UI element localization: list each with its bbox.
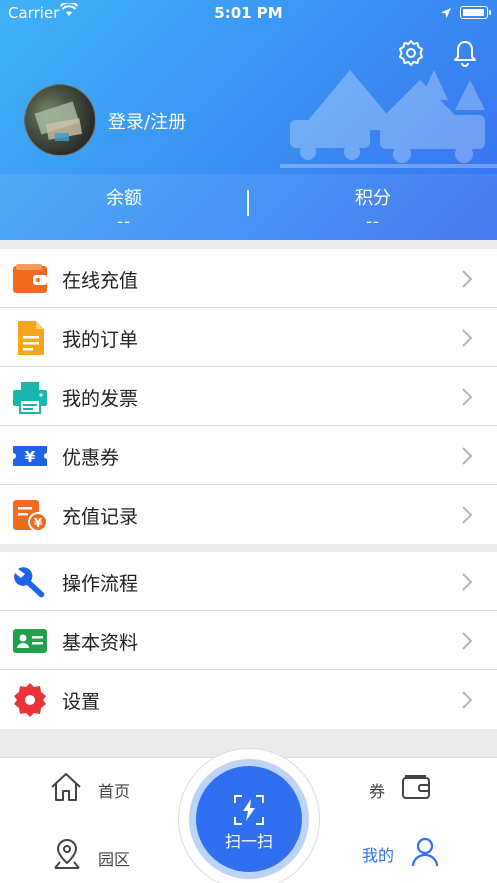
chevron-right-icon (462, 573, 473, 591)
home-icon (51, 773, 81, 801)
tab-park[interactable]: 园区 (50, 836, 140, 876)
tab-park-label: 园区 (98, 850, 131, 869)
location-pin-icon (54, 838, 80, 869)
menu-item-coupons[interactable]: ¥ 优惠券 (0, 426, 497, 485)
tab-coupon-label: 券 (369, 782, 386, 801)
scan-button[interactable]: 扫一扫 (196, 766, 302, 872)
scan-lightning-icon (234, 795, 264, 825)
chevron-right-icon (462, 329, 473, 347)
menu-label: 在线充值 (62, 270, 139, 292)
tab-mine-label: 我的 (362, 846, 395, 865)
balance-stat[interactable]: 余额 -- (0, 174, 248, 240)
notification-bell-icon[interactable] (450, 38, 480, 68)
location-arrow-icon (440, 5, 452, 23)
tab-home-label: 首页 (98, 782, 131, 801)
wallet-outline-icon (402, 775, 430, 799)
login-register-link[interactable]: 登录/注册 (108, 108, 186, 134)
menu-item-recharge-records[interactable]: ¥ 充值记录 (0, 485, 497, 544)
settings-icon[interactable] (396, 38, 426, 68)
balance-value: -- (117, 212, 131, 231)
status-bar: Carrier 5:01 PM (0, 0, 497, 26)
menu-label: 我的发票 (62, 388, 139, 410)
settings-gear-icon (14, 683, 46, 717)
tab-home[interactable]: 首页 (50, 770, 140, 806)
svg-text:¥: ¥ (25, 448, 36, 466)
menu-item-operation-guide[interactable]: 操作流程 (0, 552, 497, 611)
menu-label: 基本资料 (62, 632, 139, 654)
points-stat[interactable]: 积分 -- (249, 174, 497, 240)
menu-item-settings[interactable]: 设置 (0, 670, 497, 729)
menu-label: 操作流程 (62, 573, 139, 595)
scenery-illustration (280, 70, 497, 168)
printer-icon (13, 382, 47, 414)
chevron-right-icon (462, 270, 473, 288)
profile-header: Carrier 5:01 PM 登录/注册 余额 -- 积分 -- (0, 0, 497, 240)
menu-group-account: 在线充值 我的订单 我的发票 ¥ 优惠券 ¥ 充值记录 (0, 249, 497, 544)
wrench-icon (14, 567, 45, 598)
balance-label: 余额 (106, 188, 142, 209)
menu-group-general: 操作流程 基本资料 设置 (0, 552, 497, 729)
menu-label: 我的订单 (62, 329, 139, 351)
menu-label: 充值记录 (62, 506, 139, 528)
coupon-icon: ¥ (13, 446, 47, 466)
menu-label: 优惠券 (62, 447, 120, 469)
user-icon (411, 837, 439, 867)
menu-item-my-invoices[interactable]: 我的发票 (0, 367, 497, 426)
menu-item-my-orders[interactable]: 我的订单 (0, 308, 497, 367)
chevron-right-icon (462, 632, 473, 650)
account-stats: 余额 -- 积分 -- (0, 174, 497, 240)
svg-text:¥: ¥ (34, 516, 43, 530)
menu-item-online-recharge[interactable]: 在线充值 (0, 249, 497, 308)
scan-label: 扫一扫 (224, 832, 273, 851)
points-value: -- (366, 212, 380, 231)
document-icon (18, 321, 44, 355)
battery-icon (460, 6, 491, 19)
user-avatar[interactable] (24, 84, 96, 156)
menu-item-basic-profile[interactable]: 基本资料 (0, 611, 497, 670)
tab-mine[interactable]: 我的 (360, 834, 460, 874)
chevron-right-icon (462, 506, 473, 524)
id-card-icon (13, 629, 47, 653)
recharge-record-icon: ¥ (13, 500, 47, 532)
wallet-icon (13, 264, 47, 293)
points-label: 积分 (355, 188, 391, 209)
chevron-right-icon (462, 447, 473, 465)
chevron-right-icon (462, 691, 473, 709)
clock: 5:01 PM (214, 4, 283, 22)
tab-coupon[interactable]: 券 (365, 770, 465, 806)
chevron-right-icon (462, 388, 473, 406)
menu-label: 设置 (62, 691, 101, 713)
